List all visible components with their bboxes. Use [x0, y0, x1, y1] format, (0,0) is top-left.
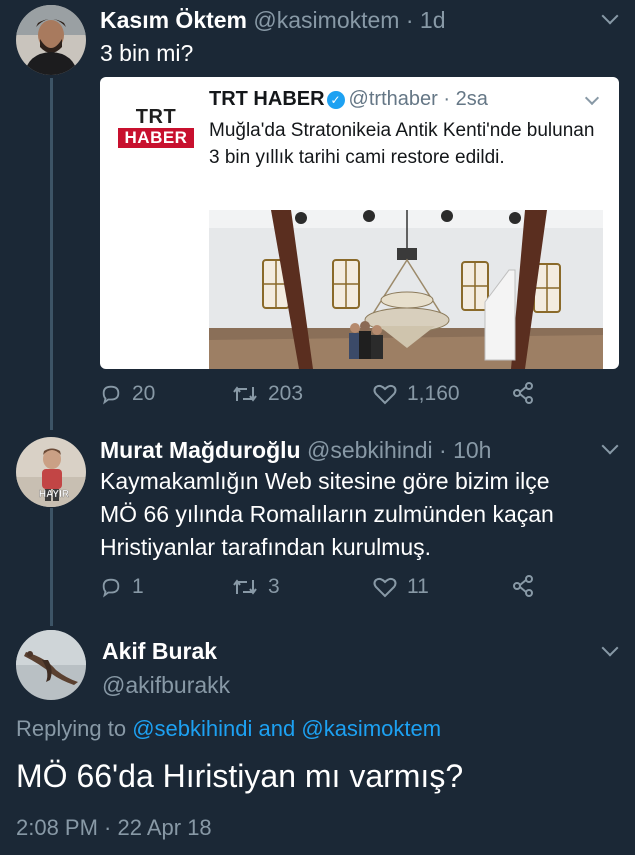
tweet-text-line: Hristiyanlar tarafından kurulmuş. [100, 534, 432, 560]
quoted-author: TRT HABER ✓ @trthaber · 2sa [209, 88, 488, 111]
tweet-text: Kaymakamlığın Web sitesine göre bizim il… [100, 465, 620, 564]
chevron-down-icon[interactable] [601, 437, 619, 455]
chevron-down-icon[interactable] [584, 90, 600, 106]
quoted-tweet-time: 2sa [455, 88, 488, 110]
thread-line [50, 508, 53, 626]
retweet-action[interactable]: 3 [232, 575, 280, 599]
tweet-actions: 20 203 1,160 [100, 382, 540, 412]
tweet-text-line: Kaymakamlığın Web sitesine göre bizim il… [100, 468, 550, 494]
avatar[interactable] [16, 5, 86, 75]
author-handle[interactable]: @sebkihindi [307, 437, 433, 463]
heart-icon [373, 577, 397, 598]
reply-user-link[interactable]: @sebkihindi [132, 716, 252, 741]
chevron-down-icon[interactable] [601, 7, 619, 25]
separator: · [405, 7, 414, 33]
quoted-tweet-card[interactable]: TRT HABER TRT HABER ✓ @trthaber · 2sa Muğl… [100, 77, 619, 369]
logo-bottom: HABER [118, 128, 194, 148]
avatar[interactable] [16, 630, 86, 700]
quoted-tweet-text: Muğla'da Stratonikeia Antik Kenti'nde bu… [209, 120, 595, 168]
separator: · [439, 437, 447, 463]
reply-icon [102, 578, 120, 598]
retweet-icon [233, 386, 257, 402]
like-action[interactable]: 1,160 [373, 382, 460, 406]
tweet-author: Kasım Öktem @kasimoktem · 1d [100, 7, 446, 34]
avatar-label: HAYIR [39, 489, 70, 500]
share-action[interactable] [512, 575, 544, 597]
mosque-interior-image[interactable] [209, 210, 603, 369]
tweet-time[interactable]: 10h [453, 437, 491, 463]
reply-count: 1 [132, 575, 144, 598]
reply-and[interactable]: and [259, 716, 296, 741]
reply-user-link[interactable]: @kasimoktem [301, 716, 441, 741]
tweet-author-name: Akif Burak [102, 638, 217, 665]
author-name[interactable]: Akif Burak [102, 638, 217, 664]
tweet-timestamp[interactable]: 2:08 PM · 22 Apr 18 [16, 815, 212, 841]
author-name[interactable]: Murat Mağduroğlu [100, 437, 301, 463]
logo-top: TRT [135, 106, 177, 128]
tweet-time[interactable]: 1d [420, 7, 446, 33]
tweet-text: MÖ 66'da Hıristiyan mı varmış? [16, 758, 464, 794]
chevron-down-icon[interactable] [601, 639, 619, 657]
share-icon [513, 382, 533, 404]
replying-to-label: Replying to [16, 716, 127, 741]
tweet-text-line: MÖ 66 yılında Romalıların zulmünden kaça… [100, 501, 554, 527]
like-count: 1,160 [407, 382, 460, 405]
quoted-author-name: TRT HABER [209, 88, 325, 110]
tweet-author: Murat Mağduroğlu @sebkihindi · 10h [100, 437, 491, 464]
reply-count: 20 [132, 382, 156, 405]
retweet-action[interactable]: 203 [232, 382, 303, 406]
heart-icon [373, 384, 397, 405]
retweet-count: 3 [268, 575, 280, 598]
quoted-author-handle: @trthaber [348, 88, 438, 110]
avatar[interactable]: HAYIR [16, 437, 86, 507]
retweet-count: 203 [268, 382, 304, 405]
separator: · [443, 88, 451, 110]
tweet-actions: 1 3 11 [100, 575, 540, 605]
thread-line [50, 78, 53, 430]
author-handle[interactable]: @kasimoktem [253, 7, 399, 33]
like-action[interactable]: 11 [373, 575, 429, 599]
tweet-author-handle: @akifburakk [102, 672, 230, 699]
reply-icon [102, 385, 120, 405]
like-count: 11 [407, 575, 429, 598]
reply-action[interactable]: 1 [100, 575, 144, 599]
trt-haber-logo: TRT HABER [118, 107, 194, 149]
share-action[interactable] [512, 382, 544, 404]
replying-to: Replying to @sebkihindi and @kasimoktem [16, 716, 441, 742]
reply-action[interactable]: 20 [100, 382, 155, 406]
share-icon [513, 575, 533, 597]
verified-badge-icon: ✓ [326, 91, 345, 109]
author-name[interactable]: Kasım Öktem [100, 7, 247, 33]
tweet-text: 3 bin mi? [100, 40, 194, 66]
author-handle[interactable]: @akifburakk [102, 672, 230, 698]
retweet-icon [233, 579, 257, 595]
